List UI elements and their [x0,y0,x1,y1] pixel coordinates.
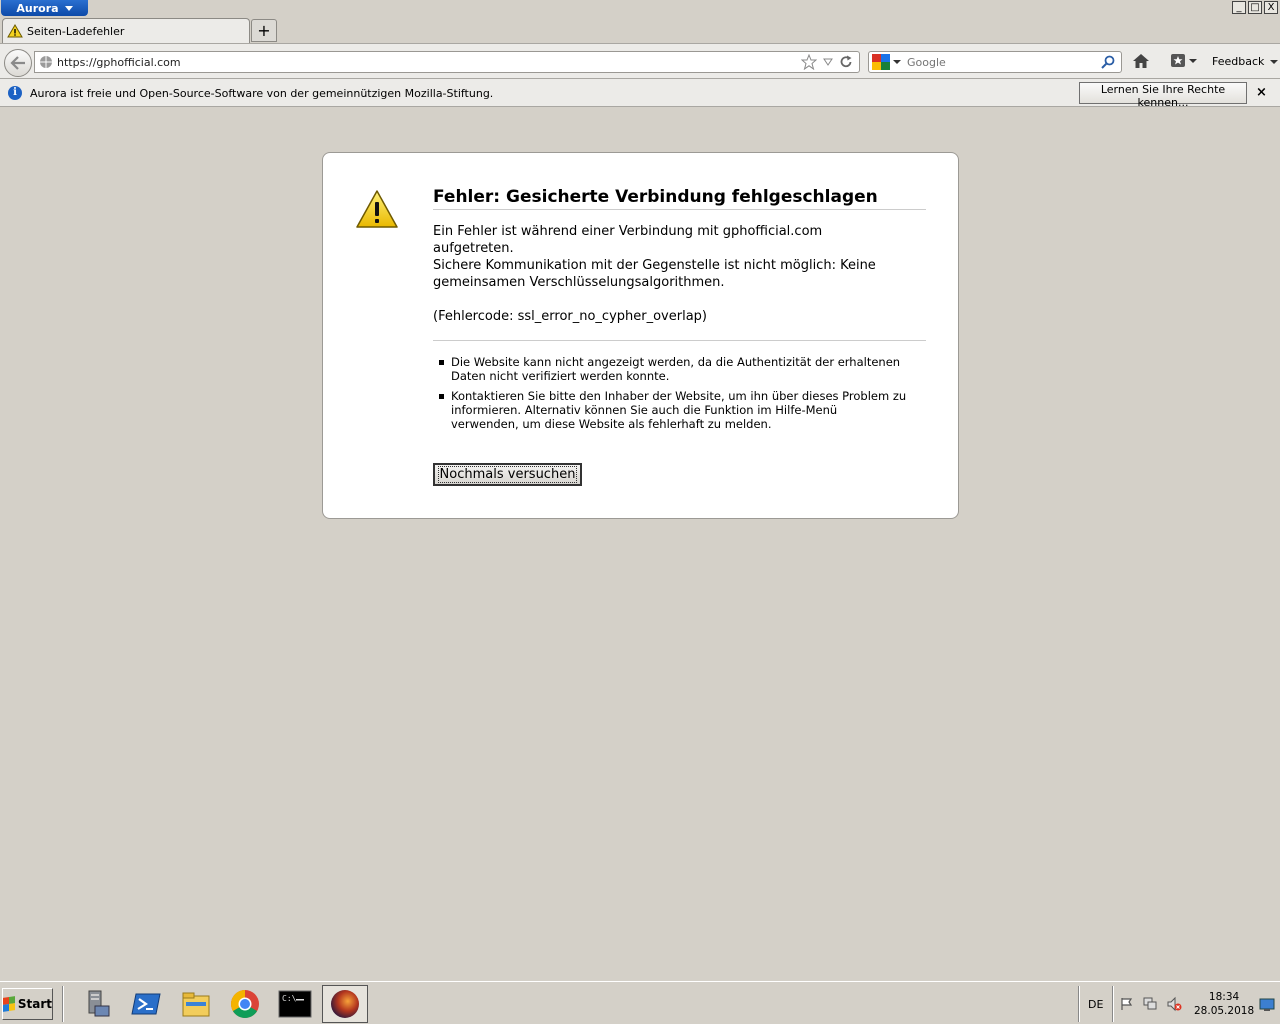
chevron-down-icon [1189,58,1197,63]
chevron-down-icon [1270,59,1279,64]
taskbar-chrome[interactable] [222,985,268,1023]
reload-icon[interactable] [839,55,853,69]
error-description: Ein Fehler ist während einer Verbindung … [433,224,823,256]
maximize-button[interactable]: □ [1248,1,1262,14]
start-label: Start [17,997,52,1011]
error-panel: Fehler: Gesicherte Verbindung fehlgeschl… [322,152,959,519]
retry-button[interactable]: Nochmals versuchen [433,463,582,486]
app-menu-label: Aurora [16,1,59,15]
clock-date: 28.05.2018 [1194,1005,1255,1017]
tab-page-error[interactable]: Seiten-Ladefehler [2,18,250,43]
feedback-label: Feedback [1212,55,1265,68]
history-dropdown-icon[interactable] [823,58,833,66]
action-center-flag-icon[interactable] [1120,997,1134,1011]
feedback-button[interactable]: Feedback [1212,55,1279,68]
notification-message: Aurora ist freie und Open-Source-Softwar… [30,87,494,100]
taskbar-server-manager[interactable] [74,985,120,1023]
network-icon[interactable] [1142,996,1158,1012]
chrome-icon [231,990,259,1018]
warning-icon [356,190,398,228]
back-button[interactable] [4,49,32,77]
taskbar: Start C:\ DE 18:34 28.05.2018 [0,981,1280,1024]
title-bar: Aurora _ □ X [0,0,1280,18]
taskbar-aurora[interactable] [322,985,368,1023]
new-tab-button[interactable]: + [251,19,277,42]
warning-icon [7,24,23,38]
divider [62,986,64,1022]
notification-bar: i Aurora ist freie und Open-Source-Softw… [0,79,1280,109]
home-icon[interactable] [1132,53,1150,69]
tab-strip: Seiten-Ladefehler + [0,18,1280,43]
error-hints: Die Website kann nicht angezeigt werden,… [437,355,907,437]
navigation-bar: Feedback [0,43,1280,79]
server-manager-icon [88,990,110,1017]
error-title: Fehler: Gesicherte Verbindung fehlgeschl… [433,187,926,210]
app-menu-button[interactable]: Aurora [1,0,88,16]
close-icon[interactable]: × [1256,85,1267,100]
powershell-icon [131,993,161,1015]
clock[interactable]: 18:34 28.05.2018 [1194,990,1254,1018]
language-indicator[interactable]: DE [1088,998,1103,1011]
system-tray: DE 18:34 28.05.2018 [1078,986,1278,1022]
search-input[interactable] [907,55,1101,69]
show-desktop-icon[interactable] [1259,998,1275,1012]
svg-text:C:\: C:\ [282,994,297,1003]
taskbar-explorer[interactable] [173,985,219,1023]
error-detail: Sichere Kommunikation mit der Gegenstell… [433,258,876,290]
info-icon: i [8,86,22,100]
start-button[interactable]: Start [2,988,53,1020]
list-item: Die Website kann nicht angezeigt werden,… [437,355,907,383]
url-bar[interactable] [34,51,860,73]
search-engine-dropdown-icon[interactable] [893,60,901,64]
minimize-button[interactable]: _ [1232,1,1246,14]
taskbar-cmd[interactable]: C:\ [272,985,318,1023]
back-arrow-icon [10,56,25,70]
window-controls: _ □ X [1232,1,1278,14]
windows-logo-icon [3,996,15,1012]
divider [1078,986,1080,1022]
close-window-button[interactable]: X [1264,1,1278,14]
search-bar[interactable] [868,51,1122,73]
know-your-rights-button[interactable]: Lernen Sie Ihre Rechte kennen... [1079,82,1247,109]
volume-muted-icon[interactable] [1166,996,1182,1012]
divider [1112,986,1114,1022]
globe-icon [40,56,52,68]
cmd-icon: C:\ [278,990,312,1018]
clock-time: 18:34 [1208,991,1240,1003]
divider [433,340,926,341]
google-icon [872,54,890,70]
url-input[interactable] [57,55,801,69]
list-item: Kontaktieren Sie bitte den Inhaber der W… [437,389,907,431]
aurora-icon [331,990,359,1018]
taskbar-powershell[interactable] [123,985,169,1023]
bookmarks-button[interactable] [1170,53,1197,68]
error-code: (Fehlercode: ssl_error_no_cypher_overlap… [433,309,707,324]
bookmark-star-icon[interactable] [801,54,817,70]
tab-label: Seiten-Ladefehler [27,24,125,38]
explorer-icon [182,992,210,1017]
retry-label: Nochmals versuchen [437,466,578,483]
chevron-down-icon [64,5,73,11]
bookmarks-icon [1171,54,1185,67]
search-icon[interactable] [1101,55,1115,69]
